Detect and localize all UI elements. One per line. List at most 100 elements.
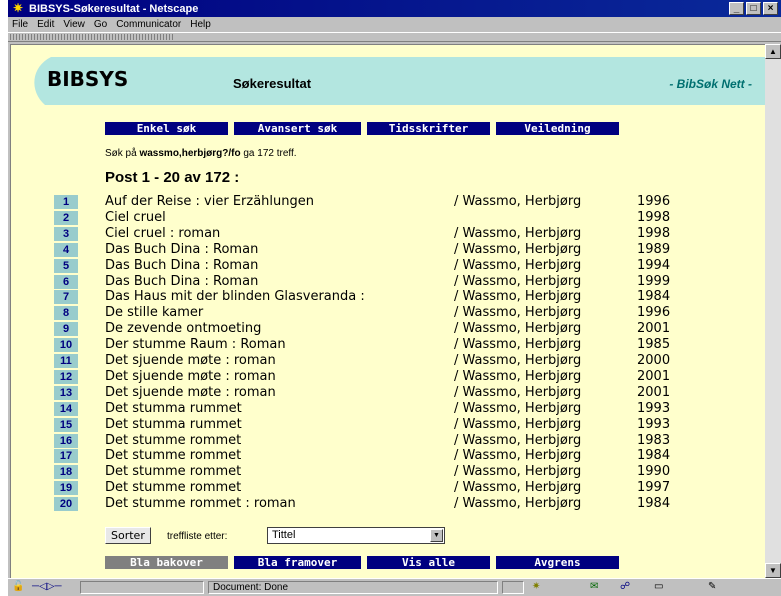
security-lock-icon[interactable]: 🔓 xyxy=(12,581,24,593)
composer-icon[interactable]: ▭ xyxy=(654,581,663,593)
table-row: 19 Det stumme rommet / Wassmo, Herbjørg 199… xyxy=(11,480,765,496)
result-year: 1994 xyxy=(637,257,671,273)
nav-tidsskrifter[interactable]: Tidsskrifter xyxy=(367,122,490,135)
result-number-link[interactable]: 7 xyxy=(54,290,78,305)
result-title: Auf der Reise : vier Erzählungen xyxy=(105,194,314,209)
status-bar: 🔓 ─◁▷─ Document: Done ✷ ✉ ☍ ▭ ✎ xyxy=(8,578,781,596)
sort-selected-value: Tittel xyxy=(272,529,296,541)
netscape-icon: ✷ xyxy=(12,1,24,15)
result-number-link[interactable]: 10 xyxy=(54,338,78,353)
result-author: / Wassmo, Herbjørg xyxy=(454,353,582,368)
result-author: / Wassmo, Herbjørg xyxy=(454,321,582,337)
result-number-link[interactable]: 11 xyxy=(54,354,78,368)
result-author: / Wassmo, Herbjørg xyxy=(454,289,582,305)
sort-button[interactable]: Sorter xyxy=(105,527,151,544)
result-number-link[interactable]: 5 xyxy=(54,258,78,273)
collapsed-toolbars xyxy=(8,32,781,42)
menu-view[interactable]: View xyxy=(63,19,85,30)
table-row: 10 Der stumme Raum : Roman / Wassmo, Herbj… xyxy=(11,337,765,353)
result-author: / Wassmo, Herbjørg xyxy=(454,400,582,416)
result-number-link[interactable]: 3 xyxy=(54,226,78,241)
page-title: Søkeresultat xyxy=(233,76,312,91)
result-number-link[interactable]: 4 xyxy=(54,242,78,257)
result-number-link[interactable]: 9 xyxy=(54,322,78,337)
result-year: 1985 xyxy=(637,337,671,353)
result-author: / Wassmo, Herbjørg xyxy=(454,273,582,289)
result-number-link[interactable]: 6 xyxy=(54,274,78,289)
table-row: 14 Det stumma rummet / Wassmo, Herbjørg 199… xyxy=(11,401,765,417)
chevron-down-icon[interactable]: ▼ xyxy=(430,529,443,542)
nav-enkel-sok[interactable]: Enkel søk xyxy=(105,122,228,135)
header-band: BIBSYS Søkeresultat - BibSøk Nett - xyxy=(11,57,765,105)
result-year: 1999 xyxy=(637,273,671,289)
search-query: wassmo,herbjørg?/fo xyxy=(139,148,241,159)
scroll-down-icon[interactable]: ▼ xyxy=(765,563,781,578)
avgrens-button[interactable]: Avgrens xyxy=(496,556,619,569)
bla-framover-button[interactable]: Bla framover xyxy=(234,556,361,569)
table-row: 18 Det stumme rommet / Wassmo, Herbjørg 199… xyxy=(11,464,765,480)
result-number-link[interactable]: 15 xyxy=(54,417,78,432)
brand-tagline: - BibSøk Nett - xyxy=(669,77,752,91)
menu-help[interactable]: Help xyxy=(190,19,211,30)
table-row: 11 Det sjuende møte : roman / Wassmo, Herb… xyxy=(11,353,765,369)
result-number-link[interactable]: 1 xyxy=(54,195,78,209)
navigator-icon[interactable]: ✷ xyxy=(532,581,540,593)
mail-icon[interactable]: ✉ xyxy=(590,581,598,593)
vertical-scrollbar[interactable]: ▲ ▼ xyxy=(765,44,781,578)
scroll-up-icon[interactable]: ▲ xyxy=(765,44,781,59)
table-row: 20 Det stumme rommet : roman / Wassmo, Her… xyxy=(11,496,765,512)
result-number-link[interactable]: 14 xyxy=(54,401,78,416)
edit-pen-icon[interactable]: ✎ xyxy=(708,581,716,593)
nav-avansert-sok[interactable]: Avansert søk xyxy=(234,122,361,135)
result-author: / Wassmo, Herbjørg xyxy=(454,384,582,400)
result-title: Der stumme Raum : Roman xyxy=(105,337,286,353)
result-year: 1998 xyxy=(637,209,671,225)
result-year: 1996 xyxy=(637,194,671,209)
status-text: Document: Done xyxy=(208,581,498,594)
close-button[interactable]: × xyxy=(763,2,778,15)
table-row: 12 Det sjuende møte : roman / Wassmo, Herb… xyxy=(11,369,765,385)
result-number-link[interactable]: 19 xyxy=(54,481,78,496)
result-author: / Wassmo, Herbjørg xyxy=(454,432,582,448)
maximize-button[interactable]: □ xyxy=(746,2,761,15)
table-row: 7 Das Haus mit der blinden Glasveranda : /… xyxy=(11,289,765,305)
menu-communicator[interactable]: Communicator xyxy=(116,19,181,30)
progress-field xyxy=(80,581,204,594)
discussion-icon[interactable]: ☍ xyxy=(620,581,630,593)
result-year: 1993 xyxy=(637,416,671,432)
result-number-link[interactable]: 8 xyxy=(54,306,78,321)
sort-field-select[interactable]: Tittel ▼ xyxy=(267,527,445,544)
result-number-link[interactable]: 17 xyxy=(54,449,78,464)
result-number-link[interactable]: 16 xyxy=(54,433,78,448)
bibsys-logo[interactable]: BIBSYS xyxy=(47,67,128,91)
browser-window: ✷ BIBSYS-Søkeresultat - Netscape _ □ × F… xyxy=(8,0,781,596)
result-author: / Wassmo, Herbjørg xyxy=(454,416,582,432)
result-title: Det sjuende møte : roman xyxy=(105,368,276,384)
result-year: 1984 xyxy=(637,289,671,305)
table-row: 6 Das Buch Dina : Roman / Wassmo, Herbjørg… xyxy=(11,274,765,290)
menu-file[interactable]: File xyxy=(12,19,28,30)
nav-veiledning[interactable]: Veiledning xyxy=(496,122,619,135)
result-author: / Wassmo, Herbjørg xyxy=(454,464,582,480)
toolbar-grip[interactable] xyxy=(10,34,175,40)
table-row: 8 De stille kamer / Wassmo, Herbjørg 1996 xyxy=(11,305,765,321)
result-title: De zevende ontmoeting xyxy=(105,321,262,337)
table-row: 5 Das Buch Dina : Roman / Wassmo, Herbjørg… xyxy=(11,258,765,274)
bla-bakover-button[interactable]: Bla bakover xyxy=(105,556,228,569)
result-author: / Wassmo, Herbjørg xyxy=(454,337,582,353)
result-author: / Wassmo, Herbjørg xyxy=(454,496,582,512)
result-number-link[interactable]: 12 xyxy=(54,369,78,384)
result-number-link[interactable]: 18 xyxy=(54,465,78,480)
result-title: Det stumme rommet : roman xyxy=(105,496,296,512)
window-title: BIBSYS-Søkeresultat - Netscape xyxy=(29,2,199,15)
result-number-link[interactable]: 20 xyxy=(54,497,78,512)
result-number-link[interactable]: 13 xyxy=(54,385,78,400)
menu-go[interactable]: Go xyxy=(94,19,107,30)
connection-icon: ─◁▷─ xyxy=(32,581,62,592)
result-year: 1990 xyxy=(637,464,671,480)
result-number-link[interactable]: 2 xyxy=(54,210,78,225)
menu-edit[interactable]: Edit xyxy=(37,19,54,30)
vis-alle-button[interactable]: Vis alle xyxy=(367,556,490,569)
minimize-button[interactable]: _ xyxy=(729,2,744,15)
table-row: 15 Det stumma rummet / Wassmo, Herbjørg 199… xyxy=(11,417,765,433)
